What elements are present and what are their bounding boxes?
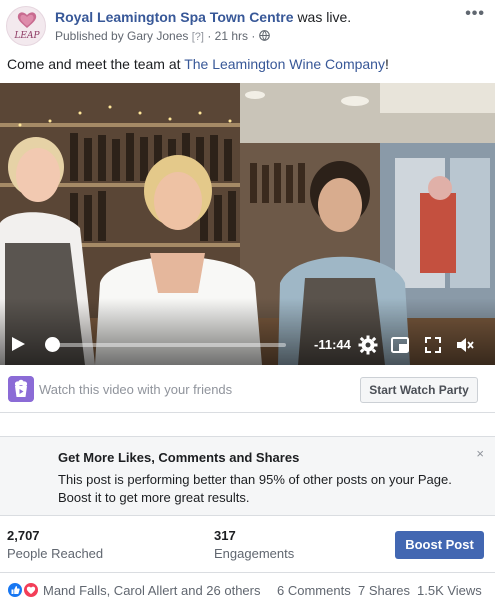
wine-company-link[interactable]: The Leamington Wine Company [184, 56, 385, 72]
start-watch-party-button[interactable]: Start Watch Party [360, 377, 478, 403]
views-count: 1.5K Views [417, 583, 482, 598]
engagements-value: 317 [214, 528, 236, 543]
watch-party-icon [8, 376, 34, 402]
volume-icon[interactable] [455, 335, 475, 355]
post-header: LEAP Royal Leamington Spa Town Centre wa… [0, 0, 495, 52]
boost-post-button[interactable]: Boost Post [395, 531, 484, 559]
play-icon[interactable] [10, 336, 26, 352]
timestamp-link[interactable]: 21 hrs [215, 29, 248, 43]
page-name-link[interactable]: Royal Leamington Spa Town Centre [55, 9, 294, 25]
engagements-label[interactable]: Engagements [214, 546, 294, 561]
post-text-after: ! [384, 56, 389, 72]
reaction-icons[interactable] [7, 582, 41, 598]
post-text-before: Come and meet the team at [7, 56, 185, 72]
picture-in-picture-icon[interactable] [390, 335, 410, 355]
post-meta: Published by Gary Jones [?] · 21 hrs · [55, 28, 270, 45]
close-icon[interactable]: × [476, 446, 484, 461]
post-title-line: Royal Leamington Spa Town Centre was liv… [55, 8, 351, 26]
more-options-icon[interactable]: ••• [465, 6, 485, 22]
meta-separator-2: · [251, 29, 256, 43]
status-text: was live. [297, 9, 352, 25]
video-player[interactable]: -11:44 [0, 83, 495, 365]
people-reached-label[interactable]: People Reached [7, 546, 103, 561]
watch-party-text: Watch this video with your friends [39, 382, 233, 397]
time-remaining: -11:44 [314, 337, 351, 352]
people-reached-value: 2,707 [7, 528, 40, 543]
reactions-bar: Mand Falls, Carol Allert and 26 others 6… [0, 577, 495, 603]
video-progress-bar[interactable] [46, 343, 286, 347]
love-icon [23, 582, 39, 598]
post-insights: 2,707 People Reached 317 Engagements Boo… [0, 517, 495, 573]
post-message: Come and meet the team at The Leamington… [7, 55, 389, 73]
promo-line-2: Boost it to get more great results. [58, 490, 250, 505]
like-icon [7, 582, 23, 598]
comments-count-link[interactable]: 6 Comments [277, 583, 351, 598]
video-scrubber-handle[interactable] [45, 337, 60, 352]
watch-party-row: Watch this video with your friends Start… [0, 365, 495, 413]
settings-icon[interactable] [358, 335, 378, 355]
avatar-logo-text: LEAP [14, 31, 40, 41]
promo-line-1: This post is performing better than 95% … [58, 472, 452, 487]
fullscreen-icon[interactable] [423, 335, 443, 355]
reaction-names-link[interactable]: Mand Falls, Carol Allert and 26 others [43, 583, 261, 598]
page-avatar[interactable]: LEAP [6, 6, 46, 46]
globe-icon[interactable] [258, 30, 270, 41]
video-controls: -11:44 [0, 323, 495, 365]
published-by-text: Published by Gary Jones [55, 29, 189, 43]
promo-title: Get More Likes, Comments and Shares [58, 450, 300, 465]
published-help-link[interactable]: [?] [192, 31, 204, 43]
boost-promo-panel: × Get More Likes, Comments and Shares Th… [0, 436, 495, 516]
shares-count-link[interactable]: 7 Shares [358, 583, 410, 598]
heart-logo-icon [17, 12, 37, 28]
meta-separator: · [207, 29, 212, 43]
